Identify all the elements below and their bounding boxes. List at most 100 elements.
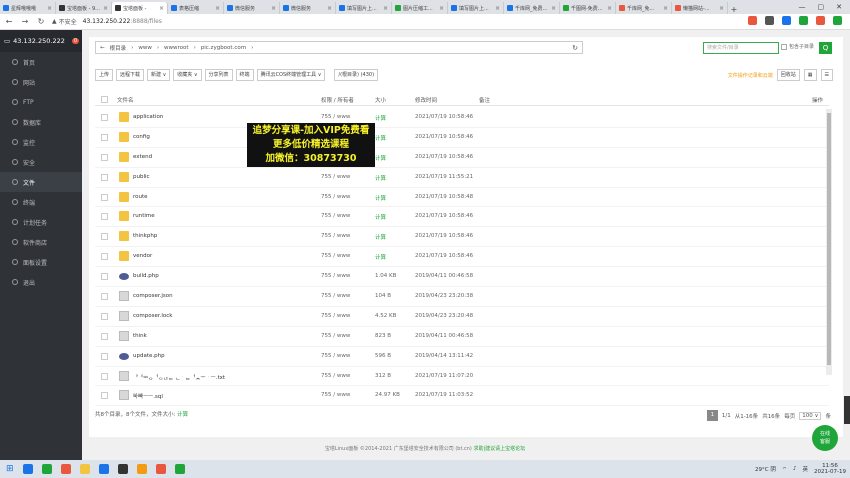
tab-close-icon[interactable]: × [439, 5, 444, 12]
file-name[interactable]: runtime [133, 213, 155, 219]
file-row[interactable]: public 755 / www 计算 2021/07/19 11:55:21 [95, 168, 829, 188]
page-current[interactable]: 1 [706, 410, 718, 421]
breadcrumb-segment[interactable]: wwwroot [164, 45, 189, 51]
file-search-input[interactable]: 搜索文件/目录 [703, 42, 779, 54]
file-row[interactable]: composer.lock 755 / www 4.52 KB 2019/04/23 … [95, 307, 829, 327]
tab-close-icon[interactable]: × [159, 5, 164, 12]
sidebar-item[interactable]: 安全 [0, 152, 82, 172]
row-checkbox[interactable] [101, 352, 108, 360]
file-permission[interactable]: 755 / www [321, 273, 350, 279]
back-icon[interactable]: ← [4, 17, 14, 26]
row-checkbox[interactable] [101, 114, 108, 121]
path-back-icon[interactable]: ← [100, 45, 105, 51]
file-name[interactable]: composer.json [133, 293, 173, 299]
browser-tab[interactable]: 千图网-免费... × [560, 2, 616, 14]
file-permission[interactable]: 755 / www [321, 333, 350, 339]
sidebar-item[interactable]: 退出 [0, 272, 82, 292]
extension-icon[interactable] [748, 16, 757, 25]
windows-start-icon[interactable]: ⊞ [6, 464, 14, 474]
row-checkbox[interactable] [101, 193, 108, 201]
file-name[interactable]: config [133, 134, 150, 140]
grid-view-button[interactable]: ▦ [803, 69, 817, 81]
tab-close-icon[interactable]: × [271, 5, 276, 12]
col-mtime[interactable]: 修改时间 [415, 96, 437, 104]
browser-tab[interactable]: 图片压缩工... × [392, 2, 448, 14]
sidebar-item[interactable]: 首页 [0, 52, 82, 72]
file-size[interactable]: 计算 [375, 134, 386, 142]
tab-close-icon[interactable]: × [719, 5, 724, 12]
search-button[interactable]: Q [819, 42, 832, 54]
toolbar-button[interactable]: 腾讯云COS终端管理工具 ∨ [256, 69, 326, 81]
col-perm[interactable]: 权限 / 所有者 [321, 96, 354, 104]
select-all-checkbox[interactable] [101, 96, 108, 103]
browser-tab[interactable]: 填写图片上... × [448, 2, 504, 14]
file-permission[interactable]: 755 / www [321, 174, 350, 180]
sidebar-item[interactable]: 文件 [0, 172, 82, 192]
new-tab-button[interactable]: + [728, 5, 740, 14]
path-refresh-icon[interactable]: ↻ [572, 44, 582, 52]
maximize-button[interactable]: ▢ [818, 3, 825, 11]
taskbar-app-icon[interactable] [155, 464, 166, 474]
browser-tab[interactable]: 微信服务 × [280, 2, 336, 14]
sidebar-item[interactable]: 软件商店 [0, 232, 82, 252]
toolbar-button[interactable]: 分享列表 [204, 69, 233, 81]
browser-tab[interactable]: 懒猫网站-... × [672, 2, 728, 14]
sidebar-item[interactable]: 监控 [0, 132, 82, 152]
file-permission[interactable]: 755 / www [321, 293, 350, 299]
browser-tab[interactable]: 星辉哦哦哦 × [0, 2, 56, 14]
weather-text[interactable]: 29°C 阴 [755, 465, 776, 473]
row-checkbox[interactable] [101, 372, 108, 380]
taskbar-app-icon[interactable] [117, 464, 128, 474]
tab-close-icon[interactable]: × [47, 5, 52, 12]
file-row[interactable]: runtime 755 / www 计算 2021/07/19 10:58:46 [95, 207, 829, 228]
file-name[interactable]: extend [133, 154, 152, 160]
file-row[interactable]: route 755 / www 计算 2021/07/19 10:58:48 [95, 188, 829, 208]
toolbar-button[interactable]: 终端 [235, 69, 254, 81]
row-checkbox[interactable] [101, 233, 108, 241]
taskbar-app-icon[interactable] [79, 464, 90, 474]
minimize-button[interactable]: — [799, 3, 806, 11]
file-permission[interactable]: 755 / www [321, 353, 350, 359]
row-checkbox[interactable] [101, 253, 108, 261]
side-handle[interactable] [844, 396, 850, 424]
reload-icon[interactable]: ↻ [36, 17, 46, 26]
file-row[interactable]: ᅡᅧᆃᆼᅥᆼᆭᆮ ᆫᆞᆮᅥᆾᅮᆞᅳ.txt 755 / www 312 B 2021/… [95, 367, 829, 387]
file-list-scrollbar[interactable] [826, 109, 832, 375]
toolbar-button[interactable]: 收藏夹 ∨ [173, 69, 202, 81]
sidebar-item[interactable]: 面板设置 [0, 252, 82, 272]
file-row[interactable]: composer.json 755 / www 104 B 2019/04/23 23… [95, 287, 829, 307]
file-name[interactable]: public [133, 174, 150, 180]
speaker-icon[interactable]: ♪ [793, 466, 797, 472]
file-row[interactable]: update.php 755 / www 596 B 2019/04/14 13:11… [95, 347, 829, 367]
file-permission[interactable]: 755 / www [321, 194, 350, 200]
file-size[interactable]: 计算 [375, 233, 386, 241]
wifi-icon[interactable]: ⌔ [782, 466, 787, 473]
file-permission[interactable]: 755 / www [321, 114, 350, 120]
calc-size-link[interactable]: 计算 [177, 412, 188, 418]
close-window-button[interactable]: ✕ [836, 3, 842, 11]
file-size[interactable]: 计算 [375, 253, 386, 261]
list-view-button[interactable]: ☰ [820, 69, 833, 81]
file-permission[interactable]: 755 / www [321, 233, 350, 239]
browser-tab[interactable]: 千库网_免费... × [504, 2, 560, 14]
per-page-select[interactable]: 100 ∨ [799, 411, 822, 420]
toolbar-button[interactable]: /(根目录) (430) [334, 69, 379, 81]
include-subdir-checkbox[interactable]: 包含子目录 [781, 43, 814, 50]
forum-link[interactable]: 求助|建议请上宝塔论坛 [473, 446, 525, 452]
breadcrumb-segment[interactable]: www [138, 45, 152, 51]
browser-tab[interactable]: 宝塔面板 - × [112, 2, 168, 14]
file-name[interactable]: ᅆᅡ빠ᅳᅳ.sql [133, 392, 163, 400]
path-bar[interactable]: ← 根目录 › www › wwwroot › pic.zygboot.com › ↻ [95, 41, 583, 54]
online-support-button[interactable]: 在线 客服 [812, 425, 838, 451]
col-name[interactable]: 文件名 [117, 96, 134, 104]
browser-tab[interactable]: 表格压缩 × [168, 2, 224, 14]
tab-close-icon[interactable]: × [495, 5, 500, 12]
sidebar-item[interactable]: 网站 [0, 72, 82, 92]
tab-close-icon[interactable]: × [551, 5, 556, 12]
file-permission[interactable]: 755 / www [321, 313, 350, 319]
browser-tab[interactable]: 宝塔面板 - 9... × [56, 2, 112, 14]
breadcrumb-segment[interactable]: 根目录 [110, 44, 127, 52]
row-checkbox[interactable] [101, 392, 108, 400]
taskbar-app-icon[interactable] [60, 464, 71, 474]
file-row[interactable]: vendor 755 / www 计算 2021/07/19 10:58:46 [95, 247, 829, 268]
